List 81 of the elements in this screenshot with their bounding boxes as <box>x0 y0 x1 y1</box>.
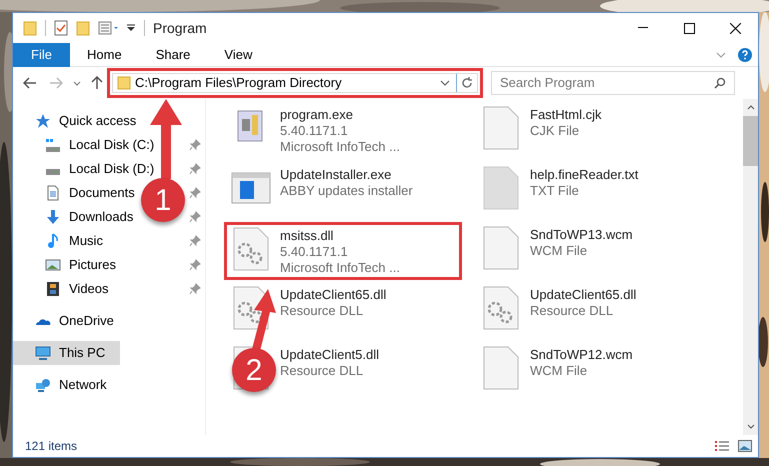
folder-icon <box>117 76 131 90</box>
scroll-up-icon[interactable] <box>746 105 754 110</box>
refresh-icon <box>461 77 473 89</box>
sidebar-item[interactable]: Network <box>13 373 111 397</box>
film-icon <box>45 281 61 297</box>
file-name[interactable]: program.exe <box>280 107 400 123</box>
scroll-down-icon[interactable] <box>746 424 754 429</box>
details-view-icon[interactable] <box>714 440 730 452</box>
folder-icon <box>23 20 37 36</box>
file-detail: 5.40.1171.1 <box>280 123 349 139</box>
file-name[interactable]: SndToWP12.wcm <box>530 347 633 363</box>
file-detail: Resource DLL <box>530 303 614 319</box>
search-icon <box>714 77 726 89</box>
network-icon <box>35 377 51 393</box>
file-detail: 5.40.1171.1 <box>280 244 349 260</box>
scrollbar[interactable] <box>743 99 758 435</box>
sidebar-item[interactable]: Music <box>13 229 107 253</box>
back-arrow-icon[interactable] <box>23 77 37 89</box>
pin-icon[interactable] <box>189 283 201 295</box>
drive-icon <box>45 138 61 152</box>
sidebar-item[interactable]: OneDrive <box>13 309 118 333</box>
file-name[interactable]: SndToWP13.wcm <box>530 227 633 243</box>
customize-arrow-icon[interactable] <box>126 23 136 33</box>
download-icon <box>45 209 61 225</box>
picture-icon <box>45 257 61 273</box>
file-name[interactable]: help.fineReader.txt <box>530 167 638 183</box>
search-input[interactable]: Search Program <box>500 73 714 93</box>
file-detail: Microsoft InfoTech ... <box>280 139 400 155</box>
large-icons-view-icon[interactable] <box>738 440 752 452</box>
file-detail: TXT File <box>530 183 580 199</box>
recent-dropdown-icon[interactable] <box>73 80 81 86</box>
minimize-icon <box>638 27 648 29</box>
search-box[interactable]: Search Program <box>491 71 735 95</box>
file-detail: ABBY updates installer <box>280 183 413 199</box>
ribbon-tab[interactable]: View <box>210 42 266 66</box>
pin-icon[interactable] <box>189 259 201 271</box>
file-detail: WCM File <box>530 363 588 379</box>
sidebar-item[interactable]: Local Disk (D:) <box>13 157 158 181</box>
pin-icon[interactable] <box>189 211 201 223</box>
chevron-down-icon[interactable] <box>440 80 450 86</box>
ribbon-tab[interactable]: File <box>13 42 70 66</box>
file-name[interactable]: msitss.dll <box>280 228 400 244</box>
file-detail: Resource DLL <box>280 303 364 319</box>
file-name[interactable]: UpdateClient65.dll <box>280 287 386 303</box>
sidebar-item[interactable]: Videos <box>13 277 113 301</box>
ribbon-tab[interactable]: Share <box>142 42 204 66</box>
scroll-thumb[interactable] <box>743 116 758 166</box>
address-path: C:\Program Files\Program Directory <box>135 74 343 92</box>
pin-icon[interactable] <box>189 235 201 247</box>
pin-icon[interactable] <box>189 187 201 199</box>
help-icon[interactable] <box>738 48 752 62</box>
address-bar[interactable]: C:\Program Files\Program Directory <box>112 73 478 93</box>
pin-icon[interactable] <box>189 163 201 175</box>
maximize-icon <box>684 22 694 34</box>
sidebar-item[interactable]: Downloads <box>13 205 138 229</box>
file-name[interactable]: UpdateClient5.dll <box>280 347 380 363</box>
pin-icon[interactable] <box>189 139 201 151</box>
file-name[interactable]: UpdateClient65.dll <box>530 287 636 303</box>
file-detail: CJK File <box>530 123 580 139</box>
item-count: 121 items <box>25 438 78 455</box>
sidebar-item[interactable]: This PC <box>13 341 120 365</box>
document-icon <box>45 185 61 201</box>
list-dropdown-icon[interactable] <box>98 20 120 36</box>
up-arrow-icon[interactable] <box>91 76 103 90</box>
music-note-icon <box>45 233 61 249</box>
file-name[interactable]: UpdateInstaller.exe <box>280 167 413 183</box>
properties-icon[interactable] <box>54 20 68 36</box>
sidebar-item[interactable]: Documents <box>13 181 139 205</box>
ribbon-tab[interactable]: Home <box>73 42 136 66</box>
sidebar-item[interactable]: Quick access <box>13 109 140 133</box>
file-detail: WCM File <box>530 243 588 259</box>
drive-icon <box>45 169 61 175</box>
window-title: Program <box>153 18 207 38</box>
star-icon <box>35 113 51 129</box>
close-icon <box>730 22 740 34</box>
sidebar-item[interactable]: Local Disk (C:) <box>13 133 158 157</box>
monitor-icon <box>35 345 51 361</box>
file-name[interactable]: FastHtml.cjk <box>530 107 602 123</box>
sidebar-item[interactable]: Pictures <box>13 253 120 277</box>
file-detail: Resource DLL <box>280 363 364 379</box>
file-detail: Microsoft InfoTech ... <box>280 260 400 276</box>
